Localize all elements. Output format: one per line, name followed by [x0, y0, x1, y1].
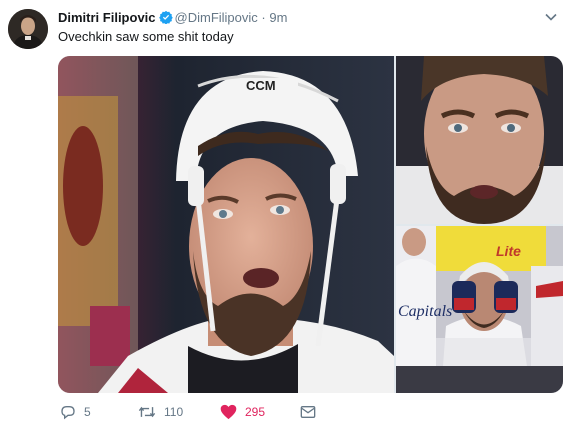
avatar[interactable] — [8, 9, 48, 49]
author-name[interactable]: Dimitri Filipovic — [58, 10, 156, 25]
retweet-button[interactable]: 110 — [138, 402, 183, 422]
media-photo-bottom-right[interactable]: Lite Capitals — [396, 226, 563, 393]
tweet-text: Ovechkin saw some shit today — [58, 29, 234, 44]
media-photo-top-right[interactable] — [396, 56, 563, 224]
direct-message-button[interactable] — [300, 402, 316, 422]
timestamp[interactable]: 9m — [269, 10, 287, 25]
tweet-card[interactable]: Dimitri Filipovic @DimFilipovic · 9m Ovec… — [0, 0, 576, 437]
reply-count: 5 — [84, 405, 91, 419]
time-separator: · — [261, 10, 266, 25]
heart-icon — [220, 404, 237, 420]
retweet-icon — [138, 404, 156, 420]
svg-text:CCM: CCM — [246, 78, 276, 93]
author-handle[interactable]: @DimFilipovic — [175, 10, 258, 25]
chevron-down-icon[interactable] — [544, 10, 558, 24]
svg-text:Capitals: Capitals — [398, 303, 452, 320]
retweet-count: 110 — [164, 405, 184, 419]
reply-icon — [60, 404, 76, 420]
verified-badge-icon — [158, 10, 173, 29]
like-button[interactable]: 295 — [220, 402, 265, 422]
tweet-actions: 5 110 295 — [58, 402, 576, 422]
direct-message-icon — [300, 405, 316, 419]
media-photo-main[interactable]: CCM — [58, 56, 394, 393]
like-count: 295 — [245, 405, 266, 419]
svg-text:Lite: Lite — [496, 243, 521, 259]
media-grid: CCM Lite Capitals — [58, 56, 563, 393]
reply-button[interactable]: 5 — [60, 402, 91, 422]
tweet-header: Dimitri Filipovic @DimFilipovic · 9m — [58, 9, 536, 27]
